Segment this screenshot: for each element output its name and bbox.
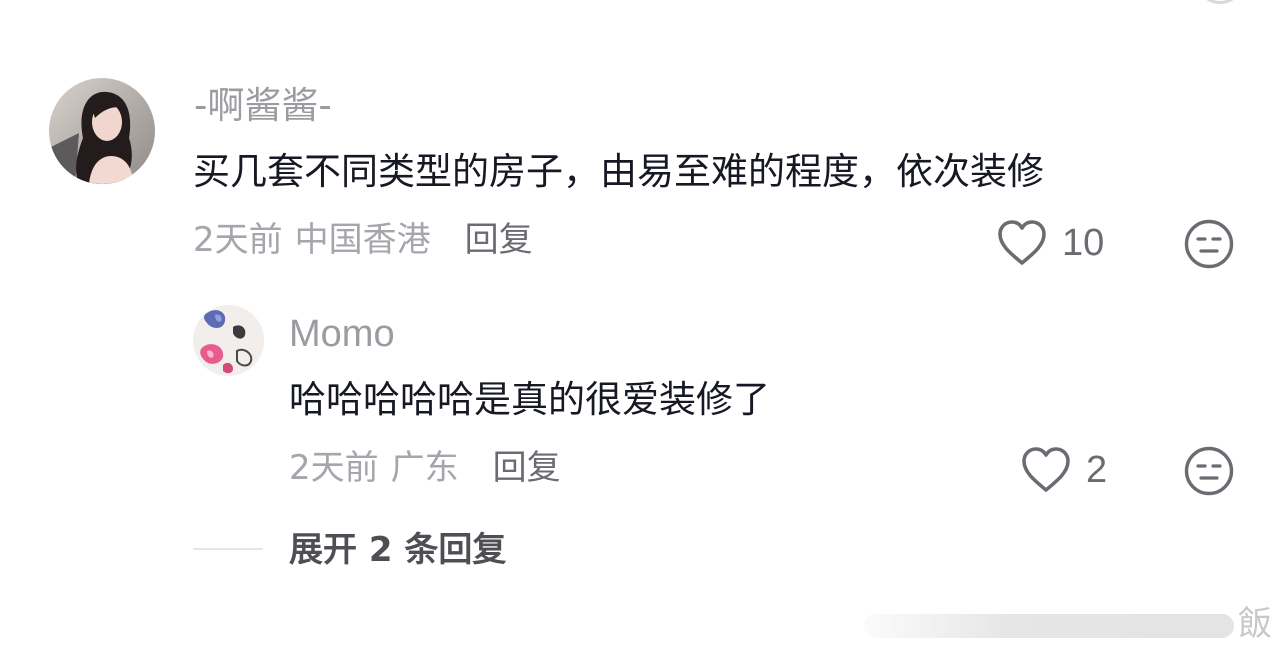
like-button[interactable]: 10 — [996, 219, 1104, 267]
comment-location: 中国香港 — [294, 220, 431, 260]
like-count: 2 — [1086, 449, 1108, 491]
neutral-face-icon[interactable] — [1184, 446, 1234, 496]
reply-button[interactable]: 回复 — [465, 220, 533, 260]
watermark-glyph: 飯 — [1238, 604, 1272, 644]
expand-replies-button[interactable]: 展开 2 条回复 — [289, 530, 506, 570]
comment-username[interactable]: -啊酱酱- — [194, 86, 332, 126]
heart-outline-icon — [998, 220, 1046, 265]
reply-time: 2天前 — [289, 448, 379, 488]
reply-location: 广东 — [390, 448, 459, 488]
heart-outline-icon — [1022, 447, 1070, 492]
like-count: 10 — [1062, 222, 1105, 264]
neutral-face-icon[interactable] — [1184, 219, 1234, 269]
comment-text: 买几套不同类型的房子，由易至难的程度，依次装修 — [193, 150, 1044, 193]
reply-meta: 2天前 广东 回复 — [289, 448, 561, 488]
avatar[interactable] — [193, 305, 264, 376]
comment-meta: 2天前 中国香港 回复 — [193, 220, 533, 260]
expand-divider — [193, 548, 263, 550]
top-icon-fragment — [1200, 0, 1240, 4]
reply-button[interactable]: 回复 — [493, 448, 561, 488]
watermark: 飯 — [864, 598, 1284, 657]
avatar[interactable] — [49, 78, 155, 184]
reply-text: 哈哈哈哈哈是真的很爱装修了 — [289, 378, 770, 421]
watermark-bar — [864, 614, 1234, 638]
avatar-photo — [193, 305, 264, 376]
avatar-photo — [49, 78, 155, 184]
reply-username[interactable]: Momo — [289, 314, 395, 354]
comment-time: 2天前 — [193, 220, 283, 260]
like-button[interactable]: 2 — [1020, 446, 1107, 494]
